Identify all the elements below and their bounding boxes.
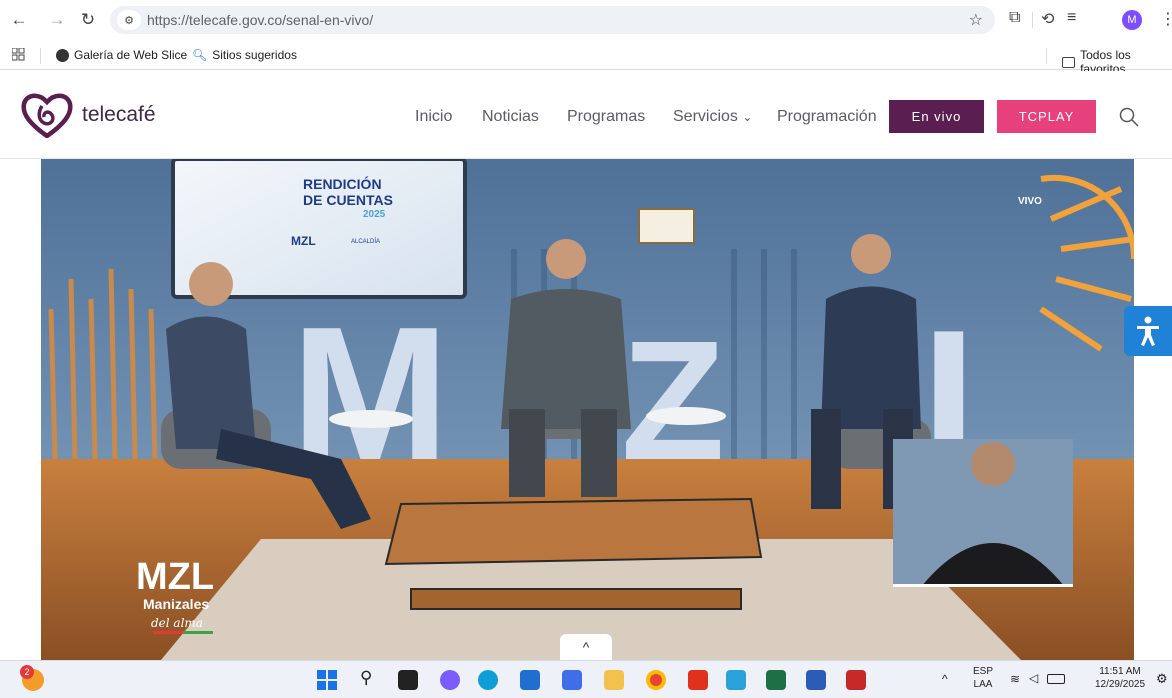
nav-inicio[interactable]: Inicio [415, 108, 452, 126]
accessibility-icon [1137, 316, 1159, 346]
clock-date: 12/29/2025 [1094, 679, 1146, 690]
tray-chevron-up-icon[interactable]: ^ [942, 672, 948, 686]
screen-alcaldia: ALCALDÍA [351, 238, 380, 245]
reading-list-icon[interactable]: ≡ [1067, 9, 1076, 27]
apps-icon[interactable] [12, 48, 25, 61]
acrobat-icon[interactable] [688, 670, 708, 690]
task-view-icon[interactable] [398, 670, 418, 690]
chevron-down-icon: ⌄ [742, 110, 753, 124]
sun-label: VIVO [1018, 196, 1042, 207]
nav-servicios-label: Servicios [673, 108, 738, 125]
browser-toolbar: ← → ↻ ⚙ https://telecafe.gov.co/senal-en… [0, 0, 1172, 40]
chrome-icon[interactable] [646, 670, 666, 690]
set-letter-z: Z [621, 306, 725, 496]
windows-taskbar: 2 ⚲ ^ ESP LAA ≋ ◁ 11:51 AM 12/29/2025 ⚙ [0, 660, 1172, 698]
clock-time: 11:51 AM [1099, 666, 1141, 677]
wifi-icon[interactable]: ≋ [1010, 672, 1020, 686]
accessibility-button[interactable] [1124, 306, 1172, 356]
telecafe-logo[interactable]: telecafé [20, 92, 156, 138]
bookmark-star-icon[interactable]: ☆ [969, 10, 983, 30]
coffee-table [384, 497, 763, 566]
start-windows-icon[interactable] [317, 670, 337, 690]
sign-language-interpreter [893, 439, 1073, 587]
excel-icon[interactable] [766, 670, 786, 690]
clock[interactable]: 11:51 AM 12/29/2025 [1090, 665, 1150, 691]
bug-city: Manizales [143, 596, 209, 612]
keyboard-layout: LAA [973, 679, 993, 690]
back-icon[interactable]: ← [8, 9, 30, 31]
bookmarks-divider [40, 48, 41, 64]
url-path: /senal-en-vivo/ [282, 12, 374, 28]
notification-badge: 2 [20, 665, 34, 679]
bookmark-label: Sitios sugeridos [212, 48, 297, 62]
image-viewer-icon[interactable] [726, 670, 746, 690]
tcplay-button[interactable]: TCPLAY [997, 100, 1096, 133]
file-explorer-icon[interactable] [604, 670, 624, 690]
collapse-up-button[interactable]: ^ [560, 634, 612, 660]
live-video-player[interactable]: RENDICIÓN DE CUENTAS 2025 MZL ALCALDÍA M… [41, 159, 1134, 660]
screen-title-2: DE CUENTAS [303, 192, 393, 208]
logo-wordmark: telecafé [82, 103, 156, 126]
site-info-icon[interactable]: ⚙ [117, 10, 141, 30]
edge-icon[interactable] [478, 670, 498, 690]
volume-icon[interactable]: ◁ [1029, 671, 1038, 685]
notification-center-icon[interactable]: ⚙ [1156, 671, 1168, 687]
search-icon: 🔍︎ [192, 48, 208, 62]
extensions-icon[interactable]: ⧉ [1009, 9, 1020, 27]
store-icon[interactable] [520, 670, 540, 690]
forward-icon[interactable]: → [46, 9, 68, 31]
nav-programacion[interactable]: Programación [777, 108, 877, 126]
language-code: ESP [973, 666, 994, 677]
site-header: telecafé Inicio Noticias Programas Servi… [0, 71, 1172, 159]
word-icon[interactable] [806, 670, 826, 690]
copilot-app-icon[interactable] [440, 670, 460, 690]
menu-icon[interactable]: ⋮ [1160, 9, 1172, 29]
bookmark-label: Galería de Web Slice [74, 48, 188, 62]
reload-icon[interactable]: ↻ [77, 9, 99, 31]
address-bar[interactable]: ⚙ https://telecafe.gov.co/senal-en-vivo/… [110, 6, 995, 34]
copilot-icon[interactable]: ⟲ [1041, 9, 1054, 29]
folder-icon [1062, 56, 1076, 68]
chevron-up-icon: ^ [582, 639, 590, 655]
bookmark-web-slice[interactable]: Galería de Web Slice [56, 48, 187, 62]
nav-servicios[interactable]: Servicios ⌄ [673, 108, 752, 126]
profile-avatar[interactable]: M [1122, 10, 1142, 30]
bookmarks-divider [1046, 48, 1047, 64]
url-text[interactable]: https://telecafe.gov.co/senal-en-vivo/ [147, 12, 373, 28]
bug-tagline: del alma [151, 616, 203, 630]
notification-app-icon[interactable]: 2 [20, 665, 44, 691]
toolbar-divider [1032, 12, 1033, 28]
photos-app-icon[interactable] [562, 670, 582, 690]
telecafe-logo-icon [21, 93, 73, 138]
screen-mzl: MZL [291, 234, 316, 248]
screen-title-1: RENDICIÓN [303, 175, 382, 192]
search-icon[interactable]: ⚲ [360, 668, 372, 688]
nav-programas[interactable]: Programas [567, 108, 645, 126]
video-frame: RENDICIÓN DE CUENTAS 2025 MZL ALCALDÍA M… [41, 159, 1134, 660]
search-icon[interactable] [1119, 107, 1139, 127]
bug-brand: MZL [136, 556, 214, 598]
nav-noticias[interactable]: Noticias [482, 108, 539, 126]
language-indicator[interactable]: ESP LAA [973, 665, 993, 691]
bookmarks-bar: Galería de Web Slice 🔍︎ Sitios sugeridos… [0, 40, 1172, 76]
bookmark-suggested-sites[interactable]: 🔍︎ Sitios sugeridos [192, 48, 297, 62]
globe-icon [56, 48, 69, 62]
battery-icon[interactable] [1047, 674, 1065, 684]
en-vivo-button[interactable]: En vivo [889, 100, 984, 133]
screen-year: 2025 [363, 209, 386, 220]
url-host: https://telecafe.gov.co [147, 12, 283, 28]
antivirus-icon[interactable] [846, 670, 866, 690]
